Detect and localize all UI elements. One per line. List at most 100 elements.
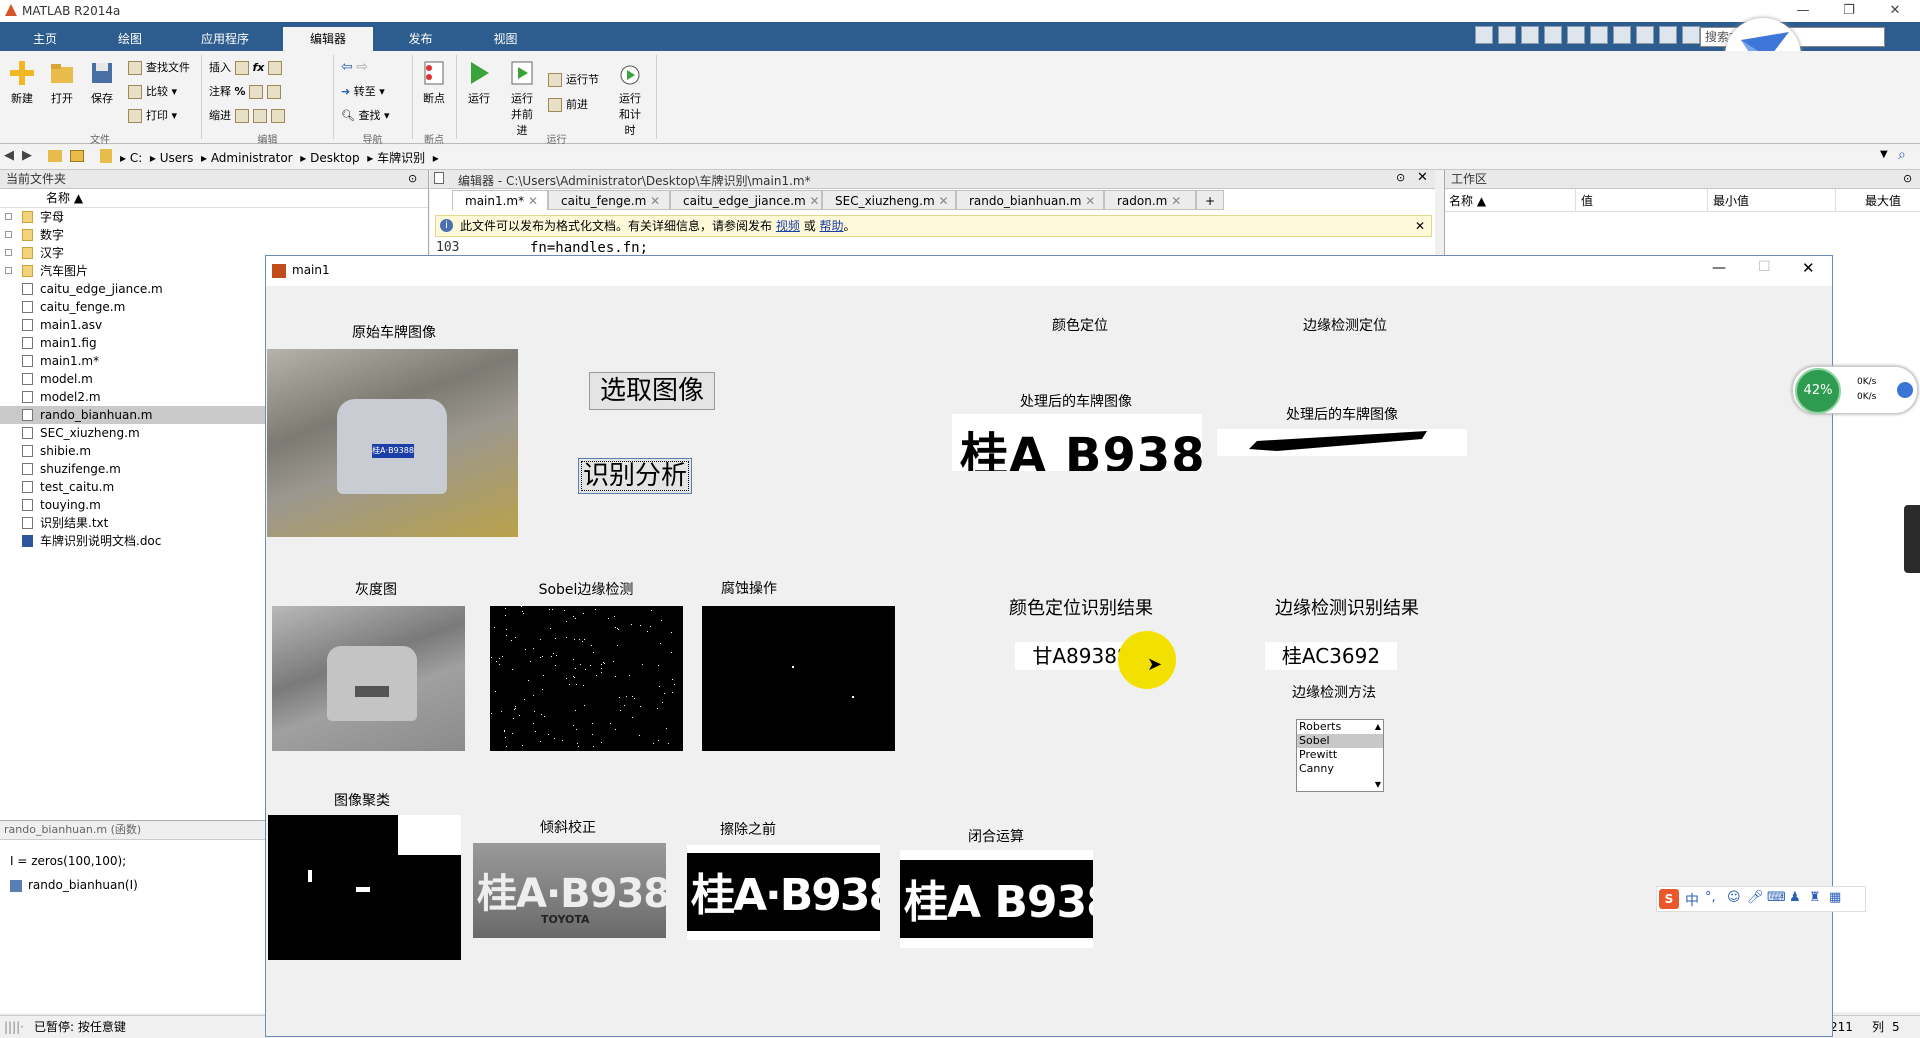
- tab-editor[interactable]: 编辑器: [283, 27, 373, 51]
- ime-mode-button[interactable]: 中: [1685, 890, 1699, 910]
- forward-icon[interactable]: ▶: [22, 148, 32, 163]
- expand-icon[interactable]: [5, 267, 12, 274]
- qa-icon[interactable]: [1567, 26, 1585, 44]
- qa-icon[interactable]: [1544, 26, 1562, 44]
- find-files-button[interactable]: 查找文件: [128, 59, 190, 75]
- editor-tab-active[interactable]: main1.m* ✕: [452, 190, 548, 210]
- keyboard-icon[interactable]: ⌨: [1767, 890, 1786, 905]
- find-button[interactable]: 🔍︎ 查找 ▾: [341, 107, 390, 123]
- panel-menu-icon[interactable]: ⊙: [1396, 171, 1405, 184]
- close-button[interactable]: ✕: [1872, 0, 1918, 22]
- scroll-down-icon[interactable]: ▼: [1375, 780, 1381, 789]
- qa-icon[interactable]: [1521, 26, 1539, 44]
- run-section-button[interactable]: 运行节: [548, 71, 599, 87]
- network-speed-widget[interactable]: 42% 0K/s 0K/s: [1792, 366, 1918, 414]
- breadcrumb-item[interactable]: Users: [160, 151, 194, 165]
- video-link[interactable]: 视频: [776, 219, 800, 233]
- open-button[interactable]: 打开: [42, 59, 82, 106]
- method-option-selected[interactable]: Sobel: [1297, 734, 1383, 748]
- editor-tab[interactable]: caitu_fenge.m ✕: [548, 190, 670, 210]
- method-option[interactable]: Roberts: [1297, 720, 1383, 734]
- code-line[interactable]: fn=handles.fn;: [530, 240, 648, 256]
- toolbox-icon[interactable]: ▦: [1829, 890, 1841, 905]
- qa-icon[interactable]: [1498, 26, 1516, 44]
- sogou-logo-icon[interactable]: S: [1659, 889, 1679, 909]
- scroll-up-icon[interactable]: ▲: [1375, 722, 1381, 731]
- insert-button[interactable]: 插入 fx: [209, 59, 286, 75]
- col-max[interactable]: 最大值: [1865, 192, 1901, 209]
- panel-menu-icon[interactable]: ⊙: [408, 172, 417, 185]
- editor-tab[interactable]: radon.m ✕: [1104, 190, 1196, 210]
- figure-minimize-button[interactable]: —: [1712, 260, 1726, 276]
- close-editor-icon[interactable]: ✕: [1417, 170, 1428, 185]
- editor-tab[interactable]: rando_bianhuan.m ✕: [956, 190, 1104, 210]
- user-icon[interactable]: ♟: [1789, 890, 1801, 905]
- qa-icon[interactable]: [1659, 26, 1677, 44]
- back-arrow-icon[interactable]: ⇦: [341, 59, 353, 75]
- col-min[interactable]: 最小值: [1713, 192, 1749, 209]
- new-button[interactable]: 新建: [2, 59, 42, 106]
- column-header-name[interactable]: 名称 ▲: [0, 189, 428, 208]
- tab-close-icon[interactable]: ✕: [938, 194, 948, 208]
- method-option[interactable]: Prewitt: [1297, 748, 1383, 762]
- expand-icon[interactable]: [5, 249, 12, 256]
- tab-close-icon[interactable]: ✕: [1085, 194, 1095, 208]
- skin-icon[interactable]: ♜: [1809, 890, 1821, 905]
- back-forward-buttons[interactable]: ⇦ ⇨: [341, 59, 368, 75]
- breadcrumb-item[interactable]: 车牌识别: [377, 151, 425, 165]
- percent-icon[interactable]: %: [235, 85, 246, 98]
- forward-arrow-icon[interactable]: ⇨: [356, 59, 368, 75]
- tab-view[interactable]: 视图: [468, 27, 543, 51]
- tab-close-icon[interactable]: ✕: [810, 194, 820, 208]
- qa-icon[interactable]: [1475, 26, 1493, 44]
- folder-item[interactable]: 字母: [0, 208, 428, 226]
- side-dock-tab[interactable]: [1904, 505, 1920, 573]
- folder-item[interactable]: 数字: [0, 226, 428, 244]
- edge-method-listbox[interactable]: Roberts Sobel Prewitt Canny ▲ ▼: [1296, 719, 1384, 792]
- back-icon[interactable]: ◀: [4, 148, 14, 163]
- indent-button[interactable]: 缩进: [209, 107, 289, 123]
- figure-maximize-button[interactable]: ☐: [1758, 259, 1771, 275]
- advance-button[interactable]: 前进: [548, 96, 588, 112]
- run-and-time-button[interactable]: 运行和计时: [610, 59, 650, 138]
- compare-button[interactable]: 比较 ▾: [128, 83, 177, 99]
- breakpoints-button[interactable]: 断点: [414, 59, 454, 106]
- expand-icon[interactable]: [5, 213, 12, 220]
- fx-button[interactable]: fx: [253, 61, 265, 74]
- help-link[interactable]: 帮助: [820, 219, 844, 233]
- recognize-button[interactable]: 识别分析: [578, 458, 692, 494]
- breadcrumb-item[interactable]: Desktop: [310, 151, 360, 165]
- save-button[interactable]: 保存: [82, 59, 122, 106]
- accelerate-icon[interactable]: [1897, 382, 1913, 398]
- tab-publish[interactable]: 发布: [378, 27, 463, 51]
- search-folder-icon[interactable]: ⌕: [1898, 147, 1906, 163]
- col-value[interactable]: 值: [1581, 192, 1593, 209]
- goto-button[interactable]: ➜ 转至 ▾: [341, 83, 385, 99]
- comment-button[interactable]: 注释 %: [209, 83, 285, 99]
- punctuation-icon[interactable]: °,: [1705, 890, 1716, 905]
- tab-close-icon[interactable]: ✕: [528, 194, 538, 208]
- figure-close-button[interactable]: ✕: [1802, 259, 1815, 277]
- qa-icon[interactable]: [1590, 26, 1608, 44]
- col-name[interactable]: 名称 ▲: [1449, 192, 1486, 209]
- search-icon[interactable]: ⌕: [1877, 28, 1884, 43]
- print-button[interactable]: 打印 ▾: [128, 107, 177, 123]
- browse-folder-icon[interactable]: [70, 150, 84, 162]
- new-tab-button[interactable]: +: [1196, 190, 1224, 210]
- tab-home[interactable]: 主页: [5, 27, 85, 51]
- emoji-icon[interactable]: ☺: [1727, 890, 1741, 905]
- qa-icon[interactable]: [1613, 26, 1631, 44]
- maximize-button[interactable]: ❐: [1826, 0, 1872, 22]
- qa-icon[interactable]: [1636, 26, 1654, 44]
- tab-close-icon[interactable]: ✕: [1171, 194, 1181, 208]
- editor-tab[interactable]: SEC_xiuzheng.m ✕: [822, 190, 956, 210]
- method-option[interactable]: Canny: [1297, 762, 1383, 776]
- panel-menu-icon[interactable]: ⊙: [1903, 172, 1912, 185]
- up-folder-icon[interactable]: [48, 150, 62, 162]
- expand-icon[interactable]: [5, 231, 12, 238]
- microphone-icon[interactable]: 🎤︎: [1747, 890, 1764, 905]
- tab-close-icon[interactable]: ✕: [650, 194, 660, 208]
- editor-tab[interactable]: caitu_edge_jiance.m ✕: [670, 190, 822, 210]
- breadcrumb-item[interactable]: C:: [130, 151, 142, 165]
- address-dropdown-icon[interactable]: ▼: [1880, 149, 1888, 160]
